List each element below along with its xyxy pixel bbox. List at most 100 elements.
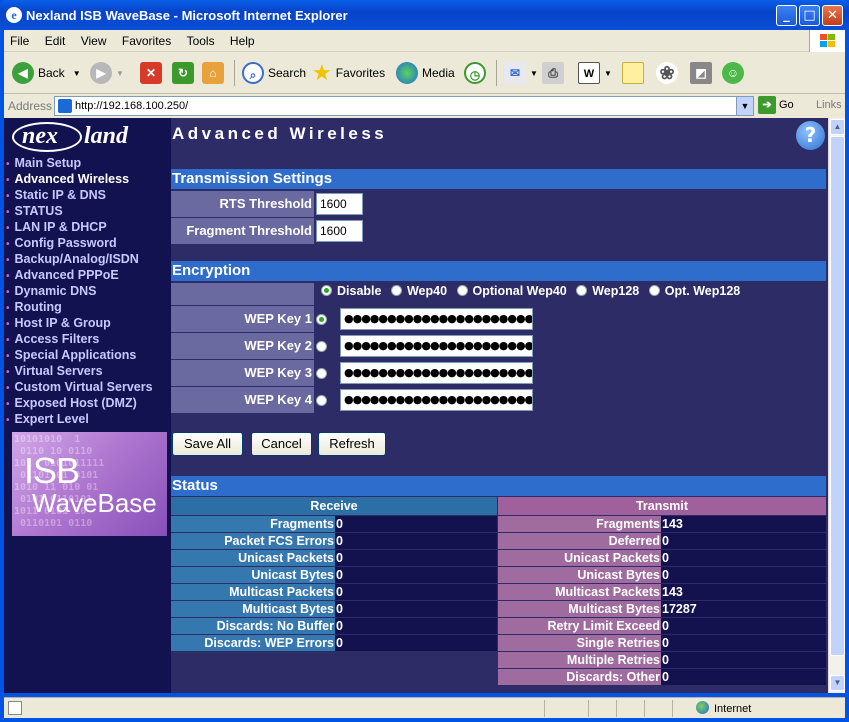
nav-item[interactable]: • Exposed Host (DMZ) [6,396,171,412]
radio-disable[interactable] [321,285,332,296]
refresh-page-button[interactable]: Refresh [318,432,386,456]
nav-item[interactable]: • STATUS [6,204,171,220]
maximize-button[interactable]: □ [799,5,820,26]
status-bar: Internet [4,697,845,718]
back-dropdown-icon[interactable]: ▼ [73,69,81,78]
nav-item[interactable]: • Dynamic DNS [6,284,171,300]
cancel-button[interactable]: Cancel [251,432,312,456]
go-button[interactable]: ➔ Go [758,96,794,116]
radio-wep40[interactable] [390,285,402,296]
transmit-stat-value: 0 [661,652,826,668]
mail-icon: ✉ [504,62,526,84]
favorites-button[interactable]: ★ Favorites [312,60,385,86]
stop-button[interactable]: ✕ [140,60,166,86]
help-icon[interactable]: ? [796,121,825,150]
scroll-thumb[interactable] [830,136,845,656]
mail-button[interactable]: ✉ ▼ [504,60,538,86]
links-button[interactable]: Links [816,99,842,111]
nav-item[interactable]: • Expert Level [6,412,171,428]
refresh-button[interactable]: ↻ [172,60,198,86]
menu-view[interactable]: View [75,30,113,48]
fragment-threshold-input[interactable] [316,220,363,242]
nav-item[interactable]: • Virtual Servers [6,364,171,380]
fragment-threshold-label: Fragment Threshold [171,218,314,244]
encryption-mode-label-cell [171,283,314,305]
research-button[interactable]: ❀ [656,60,682,86]
radio-optional-wep40[interactable] [456,285,468,296]
wep-key-input[interactable]: ●●●●●●●●●●●●●●●●●●●●●●●●●● [340,335,533,357]
back-button[interactable]: ◀ Back ▼ [12,60,81,86]
radio-disable-label: Disable [337,284,382,298]
menu-file[interactable]: File [4,30,35,48]
radio-opt-wep128[interactable] [648,285,660,296]
nav-item[interactable]: • Custom Virtual Servers [6,380,171,396]
menu-help[interactable]: Help [224,30,261,48]
edit-dropdown-icon[interactable]: ▼ [604,69,612,78]
wep-key-select-radio[interactable] [316,314,327,325]
history-button[interactable]: ◷ [464,60,490,86]
receive-stat-label: Discards: No Buffer [171,618,335,634]
transmit-stat-label: Deferred [498,533,661,549]
nav-item[interactable]: • Routing [6,300,171,316]
mail-dropdown-icon[interactable]: ▼ [530,69,538,78]
nav-item[interactable]: • Advanced Wireless [6,172,171,188]
note-icon [622,62,644,84]
address-input[interactable]: http://192.168.100.250/ ▼ [54,96,754,116]
wep-key-input[interactable]: ●●●●●●●●●●●●●●●●●●●●●●●●●● [340,389,533,411]
scroll-down-icon[interactable]: ▼ [830,675,845,691]
forward-button[interactable]: ▶ ▼ [90,60,124,86]
menu-tools[interactable]: Tools [181,30,221,48]
nav-item[interactable]: • Advanced PPPoE [6,268,171,284]
nav-bullet-icon: • [6,175,10,186]
close-button[interactable]: ✕ [822,5,843,26]
radio-wep128-label: Wep128 [592,284,640,298]
transmit-stat-row: Retry Limit Exceed 0 [498,618,826,635]
save-all-button[interactable]: Save All [172,432,243,456]
nav-item[interactable]: • Backup/Analog/ISDN [6,252,171,268]
edit-button[interactable]: W ▼ [578,60,612,86]
wep-key-select-radio[interactable] [316,395,327,406]
nav-item[interactable]: • Main Setup [6,156,171,172]
window-titlebar[interactable]: e Nexland ISB WaveBase - Microsoft Inter… [0,0,849,30]
home-button[interactable]: ⌂ [202,60,228,86]
minimize-button[interactable]: _ [776,5,797,26]
nav-item[interactable]: • Special Applications [6,348,171,364]
nav-list: • Main Setup • Advanced Wireless • Static IP … [6,156,171,428]
sidebar-toggle-button[interactable]: ◩ [690,60,716,86]
nav-bullet-icon: • [6,287,10,298]
radio-wep40-label: Wep40 [406,284,448,298]
nav-item[interactable]: • Access Filters [6,332,171,348]
wep-key-input[interactable]: ●●●●●●●●●●●●●●●●●●●●●●●●●● [340,308,533,330]
media-button[interactable]: Media [396,60,455,86]
nav-bullet-icon: • [6,383,10,394]
nav-item[interactable]: • Config Password [6,236,171,252]
nav-item[interactable]: • Host IP & Group [6,316,171,332]
messenger-button[interactable]: ☺ [722,60,748,86]
receive-stat-value: 0 [335,533,497,549]
wep-key-input[interactable]: ●●●●●●●●●●●●●●●●●●●●●●●●●● [340,362,533,384]
rts-threshold-input[interactable] [316,193,363,215]
menu-favorites[interactable]: Favorites [116,30,177,48]
menu-edit[interactable]: Edit [39,30,72,48]
print-button[interactable]: ⎙ [542,60,568,86]
receive-stat-row: Packet FCS Errors 0 [171,533,497,550]
forward-dropdown-icon[interactable]: ▼ [116,69,124,78]
wep-key-label: WEP Key 4 [171,387,314,413]
status-divider [672,700,673,717]
transmit-stat-value: 0 [661,567,826,583]
wep-key-label: WEP Key 2 [171,333,314,359]
wep-key-select-radio[interactable] [316,341,327,352]
search-button[interactable]: ⌕ Search [242,60,306,86]
transmission-settings-heading: Transmission Settings [171,169,826,189]
discuss-button[interactable] [622,60,648,86]
media-label: Media [422,66,455,80]
wep-key-select-radio[interactable] [316,368,327,379]
address-dropdown-icon[interactable]: ▼ [736,97,753,115]
scroll-up-icon[interactable]: ▲ [830,119,845,135]
transmit-stat-value: 0 [661,669,826,685]
transmit-stat-label: Single Retries [498,635,661,651]
nav-item[interactable]: • Static IP & DNS [6,188,171,204]
radio-wep128[interactable] [576,285,588,296]
vertical-scrollbar[interactable]: ▲ ▼ [828,118,845,693]
nav-item[interactable]: • LAN IP & DHCP [6,220,171,236]
